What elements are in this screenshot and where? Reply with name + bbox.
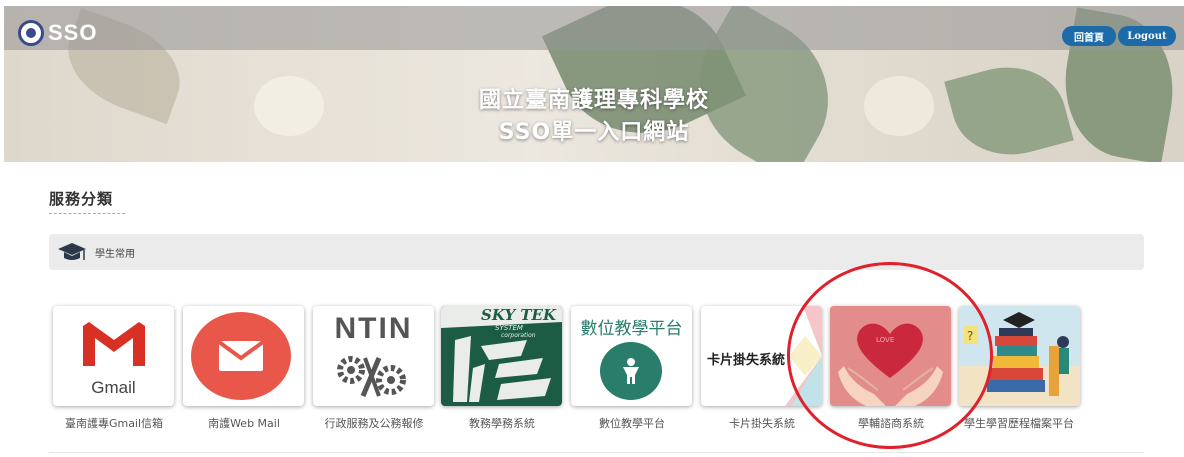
service-label-admin-service[interactable]: 行政服務及公務報修 xyxy=(309,417,439,430)
school-seal-icon xyxy=(18,20,44,46)
site-logo[interactable]: SSO xyxy=(18,20,97,46)
service-label-card-loss[interactable]: 卡片掛失系統 xyxy=(697,417,827,430)
graduation-cap-icon xyxy=(57,240,87,264)
bottom-divider xyxy=(49,452,1144,453)
skytek-text: SKY TEK xyxy=(481,306,557,324)
service-label-academic[interactable]: 教務學務系統 xyxy=(437,417,567,430)
envelope-icon xyxy=(191,312,291,400)
service-tile-academic[interactable]: SKY TEK SYSTEM corporation xyxy=(441,306,562,406)
highlight-circle xyxy=(787,262,993,449)
platform-title: 數位教學平台 xyxy=(580,319,683,339)
service-label-learning-portfolio[interactable]: 學生學習歷程檔案平台 xyxy=(958,417,1080,430)
digital-platform-icon xyxy=(600,342,662,400)
skytek-subtext: SYSTEM xyxy=(495,324,523,332)
service-label-gmail[interactable]: 臺南護專Gmail信箱 xyxy=(49,417,179,430)
header-banner: SSO 回首頁 Logout 國立臺南護理專科學校 SSO單一入口網站 xyxy=(4,6,1184,162)
service-tile-gmail[interactable]: Gmail xyxy=(53,306,174,406)
page-title-line2: SSO單一入口網站 xyxy=(498,120,690,145)
section-underline xyxy=(49,213,125,214)
home-button[interactable]: 回首頁 xyxy=(1062,26,1116,46)
category-label: 學生常用 xyxy=(95,248,135,260)
logo-text: SSO xyxy=(48,20,98,45)
service-label-webmail[interactable]: 南護Web Mail xyxy=(179,417,309,430)
gears-tools-icon xyxy=(335,352,413,402)
card-loss-text: 卡片掛失系統 xyxy=(707,353,786,368)
section-title: 服務分類 xyxy=(49,190,114,208)
ntin-text: NTIN xyxy=(334,312,413,345)
page-title-line1: 國立臺南護理專科學校 xyxy=(478,88,709,113)
service-tile-admin-service[interactable]: NTIN xyxy=(313,306,434,406)
top-bar xyxy=(4,6,1184,50)
service-label-digital-platform[interactable]: 數位教學平台 xyxy=(567,417,697,430)
gmail-icon xyxy=(79,318,149,372)
service-tile-digital-platform[interactable]: 數位教學平台 xyxy=(571,306,692,406)
logout-button[interactable]: Logout xyxy=(1118,26,1176,46)
category-bar[interactable]: 學生常用 xyxy=(49,234,1144,270)
service-tile-webmail[interactable] xyxy=(183,306,304,406)
skytek-subtext2: corporation xyxy=(501,332,536,339)
gmail-icon-text: Gmail xyxy=(91,378,136,397)
